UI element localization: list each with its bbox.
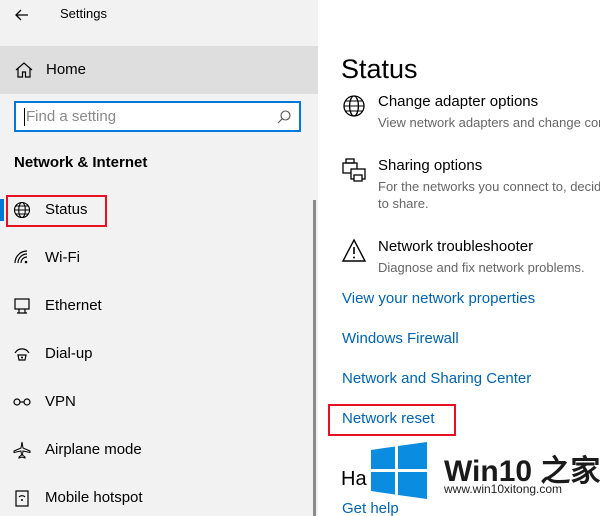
sidebar-item-label: Airplane mode [45,441,142,458]
warning-icon [341,238,367,262]
sidebar-item-mobile-hotspot[interactable]: Mobile hotspot [0,478,318,516]
back-button[interactable] [10,3,34,27]
highlight-box [6,195,107,227]
hotspot-icon [15,490,29,507]
option-description: For the networks you connect to, decid [378,179,600,194]
sidebar-item-label: Ethernet [45,297,102,314]
airplane-icon [13,441,31,459]
home-icon [15,62,33,78]
sidebar-item-label: Wi-Fi [45,249,80,266]
page-title: Status [341,54,418,84]
settings-sidebar: Settings Home Find a setting Network & I… [0,0,318,516]
dialup-icon [14,348,30,361]
printer-icon [342,158,366,182]
sidebar-scrollbar[interactable] [313,200,316,516]
windows-firewall-link[interactable]: Windows Firewall [342,330,459,347]
section-title: Network & Internet [14,154,148,171]
option-description-line2: to share. [378,196,429,211]
ethernet-icon [14,298,30,314]
vpn-icon [13,398,31,406]
view-network-properties-link[interactable]: View your network properties [342,290,535,307]
wifi-icon [14,250,28,264]
sidebar-item-label: Dial-up [45,345,93,362]
sidebar-item-label: VPN [45,393,76,410]
app-title: Settings [60,6,107,21]
selection-indicator [0,199,4,221]
search-input[interactable]: Find a setting [14,101,301,132]
option-title: Network troubleshooter [378,238,534,255]
option-description: View network adapters and change con [378,115,600,130]
sidebar-item-vpn[interactable]: VPN [0,382,318,422]
text-caret [24,108,25,126]
sidebar-item-wifi[interactable]: Wi-Fi [0,238,318,278]
search-icon [277,110,291,124]
sidebar-item-label: Mobile hotspot [45,489,143,506]
sidebar-item-ethernet[interactable]: Ethernet [0,286,318,326]
windows-logo-icon [371,442,427,499]
watermark-site: www.win10xitong.com [444,482,563,496]
back-arrow-icon [15,9,28,21]
sidebar-item-dialup[interactable]: Dial-up [0,334,318,374]
network-sharing-center-link[interactable]: Network and Sharing Center [342,370,531,387]
option-description: Diagnose and fix network problems. [378,260,585,275]
sidebar-item-label: Home [46,61,87,78]
option-title: Sharing options [378,157,483,174]
title-bar: Settings [0,0,318,30]
option-title: Change adapter options [378,93,539,110]
watermark: Win10 之家 www.win10xitong.com [364,436,600,516]
globe-icon [343,95,365,117]
section-heading-partial: Ha [341,468,367,490]
highlight-box [328,404,456,436]
sidebar-item-airplane-mode[interactable]: Airplane mode [0,430,318,470]
sidebar-item-home[interactable]: Home [0,46,318,94]
search-placeholder: Find a setting [26,108,117,125]
